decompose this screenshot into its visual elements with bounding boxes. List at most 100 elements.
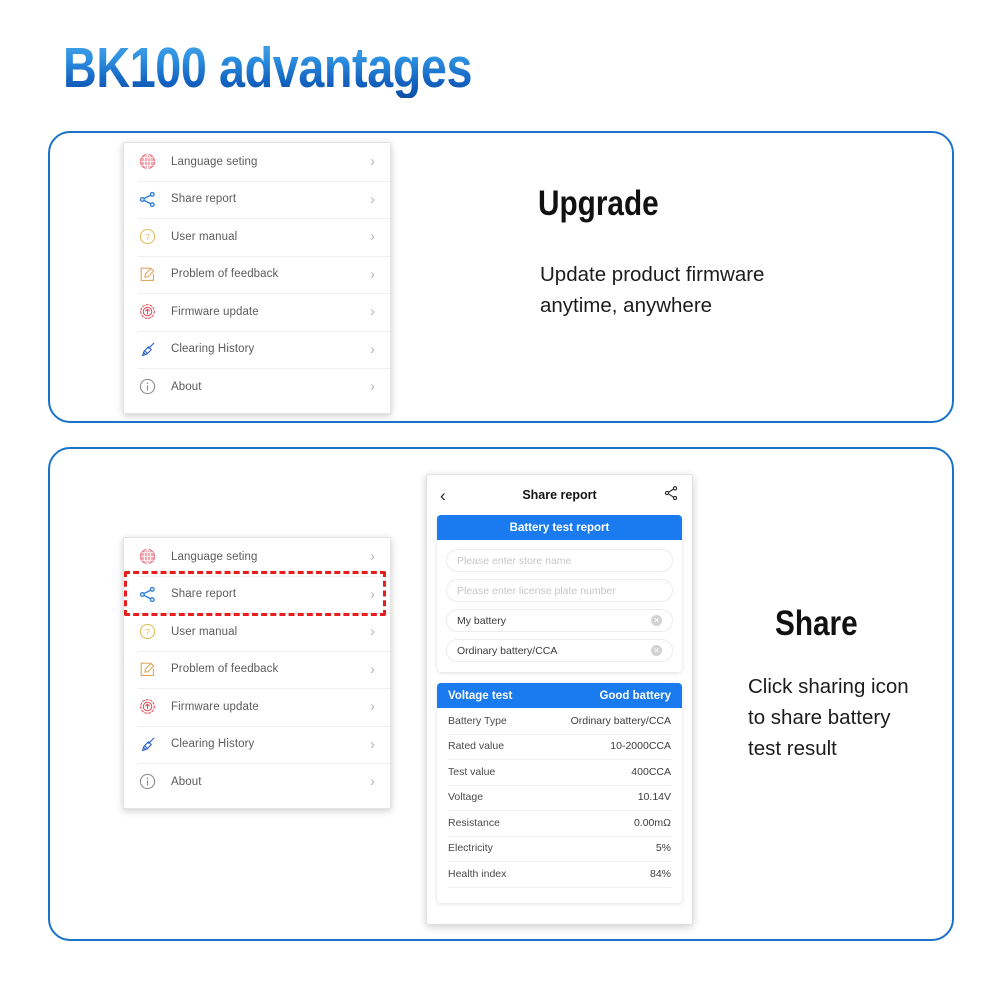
- globe-icon: [138, 547, 157, 566]
- report-field-text: My battery: [457, 614, 507, 627]
- menu-item-label: Share report: [171, 588, 237, 601]
- phone-mockup: ‹ Share report Battery test report Pleas…: [426, 474, 693, 925]
- chevron-right-icon: ›: [370, 340, 375, 358]
- result-row: Resistance 0.00mΩ: [437, 810, 682, 836]
- question-icon: ?: [138, 227, 157, 246]
- test-results-card: Voltage test Good battery Battery Type Or…: [437, 683, 682, 903]
- menu-item-language-seting[interactable]: Language seting ›: [124, 143, 390, 181]
- menu-item-label: Problem of feedback: [171, 268, 279, 281]
- result-row: Electricity 5%: [437, 835, 682, 862]
- chevron-right-icon: ›: [370, 773, 375, 791]
- phone-body: Battery test report Please enter store n…: [427, 515, 692, 903]
- menu-item-clearing-history[interactable]: Clearing History ›: [124, 725, 390, 764]
- chevron-right-icon: ›: [370, 623, 375, 641]
- menu-item-label: Clearing History: [171, 343, 255, 356]
- result-label: Voltage: [448, 791, 484, 804]
- result-label: Rated value: [448, 740, 505, 753]
- report-field-text: Please enter license plate number: [457, 584, 616, 597]
- report-field-1[interactable]: Please enter store name: [446, 549, 673, 572]
- menu-item-user-manual[interactable]: ? User manual ›: [124, 218, 390, 256]
- chevron-right-icon: ›: [370, 735, 375, 753]
- menu-item-label: Problem of feedback: [171, 663, 279, 676]
- info-icon: [138, 377, 157, 396]
- result-row: Battery Type Ordinary battery/CCA: [437, 708, 682, 734]
- menu-item-about[interactable]: About ›: [124, 763, 390, 801]
- menu-item-label: User manual: [171, 230, 238, 243]
- result-label: Electricity: [448, 842, 493, 855]
- chevron-right-icon: ›: [370, 585, 375, 603]
- info-icon: [138, 772, 157, 791]
- globe-icon: [138, 152, 157, 171]
- result-row: Voltage 10.14V: [437, 784, 682, 811]
- chevron-right-icon: ›: [370, 698, 375, 716]
- menu-item-share-report[interactable]: Share report ›: [124, 180, 390, 219]
- report-field-2[interactable]: Please enter license plate number: [446, 579, 673, 602]
- upgrade-body-text: Update product firmware anytime, anywher…: [540, 263, 765, 317]
- menu-item-clearing-history[interactable]: Clearing History ›: [124, 330, 390, 369]
- results-card-footer: [448, 886, 671, 903]
- page-title: BK100 advantages: [63, 36, 473, 100]
- menu-item-problem-of-feedback[interactable]: Problem of feedback ›: [124, 650, 390, 689]
- update-icon: [138, 302, 157, 321]
- chevron-right-icon: ›: [370, 228, 375, 246]
- phone-screen-title: Share report: [522, 488, 597, 502]
- svg-text:?: ?: [145, 232, 150, 242]
- result-value: 10-2000CCA: [610, 740, 671, 753]
- result-row: Test value 400CCA: [437, 759, 682, 785]
- voltage-test-header: Voltage test Good battery: [437, 683, 682, 708]
- report-field-text: Ordinary battery/CCA: [457, 644, 558, 657]
- share-body-text: Click sharing icon to share battery test…: [748, 675, 909, 760]
- menu-item-label: Clearing History: [171, 738, 255, 751]
- chevron-right-icon: ›: [370, 265, 375, 283]
- menu-item-label: About: [171, 380, 202, 393]
- menu-item-label: About: [171, 775, 202, 788]
- report-form-card: Battery test report Please enter store n…: [437, 515, 682, 672]
- menu-item-language-seting[interactable]: Language seting ›: [124, 538, 390, 576]
- result-label: Battery Type: [448, 714, 507, 727]
- menu-item-label: User manual: [171, 625, 238, 638]
- chevron-right-icon: ›: [370, 153, 375, 171]
- update-icon: [138, 697, 157, 716]
- result-value: 84%: [649, 867, 671, 880]
- result-value: 0.00mΩ: [633, 816, 671, 829]
- report-field-list: Please enter store name Please enter lice…: [437, 540, 682, 672]
- result-value: 400CCA: [631, 765, 671, 778]
- share-icon: [138, 585, 157, 604]
- menu-item-share-report[interactable]: Share report ›: [124, 575, 390, 614]
- menu-item-problem-of-feedback[interactable]: Problem of feedback ›: [124, 255, 390, 294]
- back-chevron-icon[interactable]: ‹: [440, 487, 446, 504]
- upgrade-headline: Upgrade: [538, 184, 659, 223]
- edit-icon: [138, 265, 157, 284]
- result-value: 10.14V: [637, 791, 671, 804]
- result-row: Health index 84%: [437, 861, 682, 887]
- voltage-test-label: Voltage test: [448, 689, 513, 702]
- settings-menu-card-upgrade: Language seting › Share report › ? User ma…: [123, 142, 391, 414]
- menu-item-firmware-update[interactable]: Firmware update ›: [124, 293, 390, 331]
- result-value: 5%: [655, 842, 671, 855]
- battery-status-badge: Good battery: [599, 689, 671, 702]
- chevron-right-icon: ›: [370, 548, 375, 566]
- broom-icon: [138, 735, 157, 754]
- report-field-4[interactable]: Ordinary battery/CCA ✕: [446, 639, 673, 662]
- share-headline: Share: [775, 604, 858, 643]
- clear-field-icon[interactable]: ✕: [651, 615, 662, 626]
- result-label: Resistance: [448, 816, 500, 829]
- chevron-right-icon: ›: [370, 190, 375, 208]
- report-field-3[interactable]: My battery ✕: [446, 609, 673, 632]
- menu-item-label: Language seting: [171, 155, 258, 168]
- edit-icon: [138, 660, 157, 679]
- menu-item-label: Firmware update: [171, 305, 259, 318]
- menu-item-about[interactable]: About ›: [124, 368, 390, 406]
- share-icon[interactable]: [663, 485, 679, 506]
- question-icon: ?: [138, 622, 157, 641]
- report-field-text: Please enter store name: [457, 554, 572, 567]
- menu-item-user-manual[interactable]: ? User manual ›: [124, 613, 390, 651]
- share-icon: [138, 190, 157, 209]
- clear-field-icon[interactable]: ✕: [651, 645, 662, 656]
- svg-text:?: ?: [145, 627, 150, 637]
- menu-item-firmware-update[interactable]: Firmware update ›: [124, 688, 390, 726]
- broom-icon: [138, 340, 157, 359]
- test-results-list: Battery Type Ordinary battery/CCA Rated va…: [437, 708, 682, 887]
- result-label: Test value: [448, 765, 496, 778]
- result-value: Ordinary battery/CCA: [570, 714, 671, 727]
